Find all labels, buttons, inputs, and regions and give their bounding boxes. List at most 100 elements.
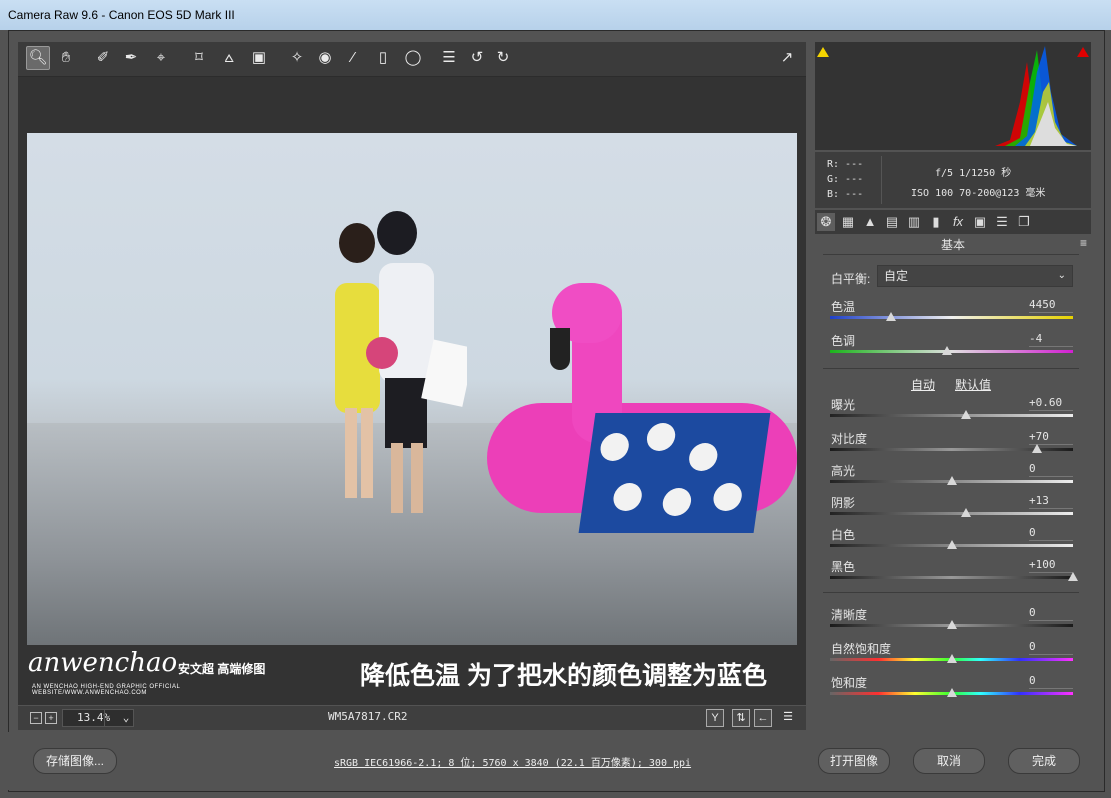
- white-balance-icon[interactable]: ✐: [92, 47, 114, 69]
- tab-presets-icon[interactable]: ☰: [993, 213, 1011, 231]
- white-balance-select[interactable]: 自定 ⌄: [877, 265, 1073, 287]
- slider-track[interactable]: [830, 512, 1073, 515]
- before-after-icon[interactable]: Y: [706, 709, 724, 727]
- slider-value-input[interactable]: +13: [1029, 493, 1073, 509]
- histogram: [815, 42, 1091, 150]
- chevron-down-icon: ⌄: [104, 710, 133, 726]
- flamingo-beak: [550, 328, 570, 370]
- copy-settings-icon[interactable]: ←: [754, 709, 772, 727]
- tab-basic-icon[interactable]: ❂: [817, 213, 835, 231]
- slider-thumb[interactable]: [961, 508, 972, 517]
- histogram-graph: [823, 46, 1077, 146]
- rotate-ccw-icon[interactable]: ↺: [466, 47, 488, 69]
- slider-track[interactable]: [830, 576, 1073, 579]
- swap-settings-icon[interactable]: ⇅: [732, 709, 750, 727]
- view-settings-icon[interactable]: ☰: [780, 709, 796, 725]
- slider-track[interactable]: [830, 316, 1073, 319]
- slider-value-input[interactable]: 0: [1029, 639, 1073, 655]
- save-image-button[interactable]: 存储图像...: [33, 748, 117, 774]
- slider-row: 自然饱和度 0: [815, 640, 1091, 672]
- slider-row: 曝光 +0.60: [815, 396, 1091, 428]
- tab-camera-calibration-icon[interactable]: ▣: [971, 213, 989, 231]
- zoom-select[interactable]: 13.4% ⌄: [62, 709, 134, 727]
- slider-row: 阴影 +13: [815, 494, 1091, 526]
- slider-thumb[interactable]: [941, 346, 952, 355]
- tab-snapshots-icon[interactable]: ❐: [1015, 213, 1033, 231]
- slider-value-input[interactable]: 0: [1029, 461, 1073, 477]
- b-value: B: ---: [827, 189, 864, 200]
- red-eye-icon[interactable]: ◉: [314, 47, 336, 69]
- slider-label: 阴影: [831, 496, 856, 510]
- auto-link[interactable]: 自动: [911, 376, 935, 393]
- image-info: R: --- G: --- B: --- f/5 1/1250 秒 ISO 10…: [815, 152, 1091, 208]
- slider-value-input[interactable]: -4: [1029, 331, 1073, 347]
- slider-value-input[interactable]: 4450: [1029, 297, 1073, 313]
- slider-label: 色温: [831, 300, 856, 314]
- slider-value-input[interactable]: 0: [1029, 525, 1073, 541]
- slider-label: 饱和度: [831, 676, 868, 690]
- tab-split-toning-icon[interactable]: ▥: [905, 213, 923, 231]
- slider-thumb[interactable]: [946, 540, 957, 549]
- graduated-filter-icon[interactable]: ▯: [372, 47, 394, 69]
- adjustment-brush-icon[interactable]: ⁄: [342, 47, 364, 69]
- daisy-towel: [578, 413, 771, 533]
- targeted-adjustment-icon[interactable]: ⌖: [150, 47, 172, 69]
- divider: [823, 368, 1079, 369]
- panel-title: 基本: [940, 238, 965, 252]
- default-link[interactable]: 默认值: [955, 376, 991, 393]
- chevron-down-icon: ⌄: [1057, 270, 1066, 281]
- slider-thumb[interactable]: [946, 620, 957, 629]
- tab-tone-curve-icon[interactable]: ▦: [839, 213, 857, 231]
- zoom-icon[interactable]: 🔍︎: [26, 46, 50, 70]
- open-image-button[interactable]: 打开图像: [818, 748, 890, 774]
- tab-lens-corrections-icon[interactable]: ▮: [927, 213, 945, 231]
- slider-thumb[interactable]: [946, 654, 957, 663]
- panel-menu-icon[interactable]: ≡: [1080, 236, 1087, 250]
- panel-tabs: ❂ ▦ ▲ ▤ ▥ ▮ fx ▣ ☰ ❐: [815, 210, 1091, 234]
- zoom-out-icon[interactable]: −: [30, 712, 42, 724]
- color-sampler-icon[interactable]: ✒: [120, 47, 142, 69]
- tab-detail-icon[interactable]: ▲: [861, 213, 879, 231]
- zoom-in-icon[interactable]: +: [45, 712, 57, 724]
- slider-thumb[interactable]: [946, 688, 957, 697]
- slider-value-input[interactable]: +0.60: [1029, 395, 1073, 411]
- slider-thumb[interactable]: [885, 312, 896, 321]
- transform-icon[interactable]: ▣: [248, 47, 270, 69]
- hand-icon[interactable]: ✋︎: [55, 47, 77, 69]
- slider-thumb[interactable]: [946, 476, 957, 485]
- r-value: R: ---: [827, 159, 864, 170]
- crop-icon[interactable]: ⌑: [188, 47, 210, 69]
- tab-effects-icon[interactable]: fx: [949, 213, 967, 231]
- slider-thumb[interactable]: [1031, 444, 1042, 453]
- preview-canvas: [18, 77, 806, 705]
- dialog-footer: 存储图像... sRGB IEC61966-2.1; 8 位; 5760 x 3…: [8, 732, 1103, 790]
- fullscreen-icon[interactable]: ↗: [776, 47, 798, 69]
- slider-thumb[interactable]: [961, 410, 972, 419]
- cancel-button[interactable]: 取消: [913, 748, 985, 774]
- spot-removal-icon[interactable]: ✧: [286, 47, 308, 69]
- basic-panel: 基本 ≡ 白平衡: 自定 ⌄ 色温 4450 色调 -4 曝光 +0.60 对比度 +70 高光…: [815, 234, 1091, 730]
- preview-image[interactable]: [27, 133, 797, 645]
- radial-filter-icon[interactable]: ◯: [402, 47, 424, 69]
- window-title: Camera Raw 9.6 - Canon EOS 5D Mark III: [8, 8, 235, 22]
- workflow-options-link[interactable]: sRGB IEC61966-2.1; 8 位; 5760 x 3840 (22.…: [334, 754, 691, 769]
- slider-row: 色调 -4: [815, 332, 1091, 364]
- done-button[interactable]: 完成: [1008, 748, 1080, 774]
- tab-hsl-icon[interactable]: ▤: [883, 213, 901, 231]
- tool-bar: 🔍︎ ✋︎ ✐ ✒ ⌖ ⌑ ⩟ ▣ ✧ ◉ ⁄ ▯ ◯ ☰ ↺ ↻ ↗: [18, 42, 806, 77]
- rotate-cw-icon[interactable]: ↻: [492, 47, 514, 69]
- slider-value-input[interactable]: 0: [1029, 605, 1073, 621]
- slider-thumb[interactable]: [1068, 572, 1078, 581]
- slider-value-input[interactable]: 0: [1029, 673, 1073, 689]
- straighten-icon[interactable]: ⩟: [218, 47, 240, 69]
- slider-row: 黑色 +100: [815, 558, 1091, 590]
- slider-track[interactable]: [830, 414, 1073, 417]
- slider-row: 饱和度 0: [815, 674, 1091, 706]
- preferences-icon[interactable]: ☰: [438, 47, 460, 69]
- slider-row: 高光 0: [815, 462, 1091, 494]
- white-balance-label: 白平衡:: [831, 272, 871, 286]
- divider: [823, 592, 1079, 593]
- window-titlebar: Camera Raw 9.6 - Canon EOS 5D Mark III: [0, 0, 1111, 30]
- slider-value-input[interactable]: +70: [1029, 429, 1073, 445]
- slider-value-input[interactable]: +100: [1029, 557, 1073, 573]
